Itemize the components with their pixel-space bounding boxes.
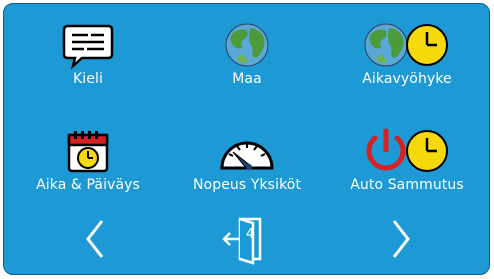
menu-item-date-time[interactable]: Aika & Päiväys xyxy=(8,112,168,200)
settings-screen: Kieli Maa Aikavyöhyke Aika & Päiväys Nop… xyxy=(3,3,490,275)
menu-item-speed-units[interactable]: Nopeus Yksiköt xyxy=(167,112,327,200)
exit-button[interactable]: 4 xyxy=(218,209,278,269)
menu-item-language[interactable]: Kieli xyxy=(8,6,168,94)
power-clock-icon xyxy=(357,126,457,176)
speedometer-icon xyxy=(197,126,297,176)
menu-item-label: Auto Sammutus xyxy=(350,177,464,193)
menu-item-label: Nopeus Yksiköt xyxy=(192,177,302,193)
menu-item-timezone[interactable]: Aikavyöhyke xyxy=(327,6,487,94)
globe-clock-icon xyxy=(357,20,457,70)
chevron-right-icon xyxy=(392,220,410,258)
menu-item-label: Kieli xyxy=(73,71,103,87)
language-icon xyxy=(38,20,138,70)
chevron-left-icon xyxy=(86,220,104,258)
menu-item-auto-shutdown[interactable]: Auto Sammutus xyxy=(327,112,487,200)
globe-icon xyxy=(197,20,297,70)
menu-item-label: Aikavyöhyke xyxy=(362,71,452,87)
prev-page-button[interactable] xyxy=(76,209,116,269)
menu-item-label: Aika & Päiväys xyxy=(36,177,140,193)
calendar-clock-icon xyxy=(38,126,138,176)
menu-item-country[interactable]: Maa xyxy=(167,6,327,94)
next-page-button[interactable] xyxy=(380,209,420,269)
menu-item-label: Maa xyxy=(232,71,262,87)
exit-badge: 4 xyxy=(245,227,255,242)
